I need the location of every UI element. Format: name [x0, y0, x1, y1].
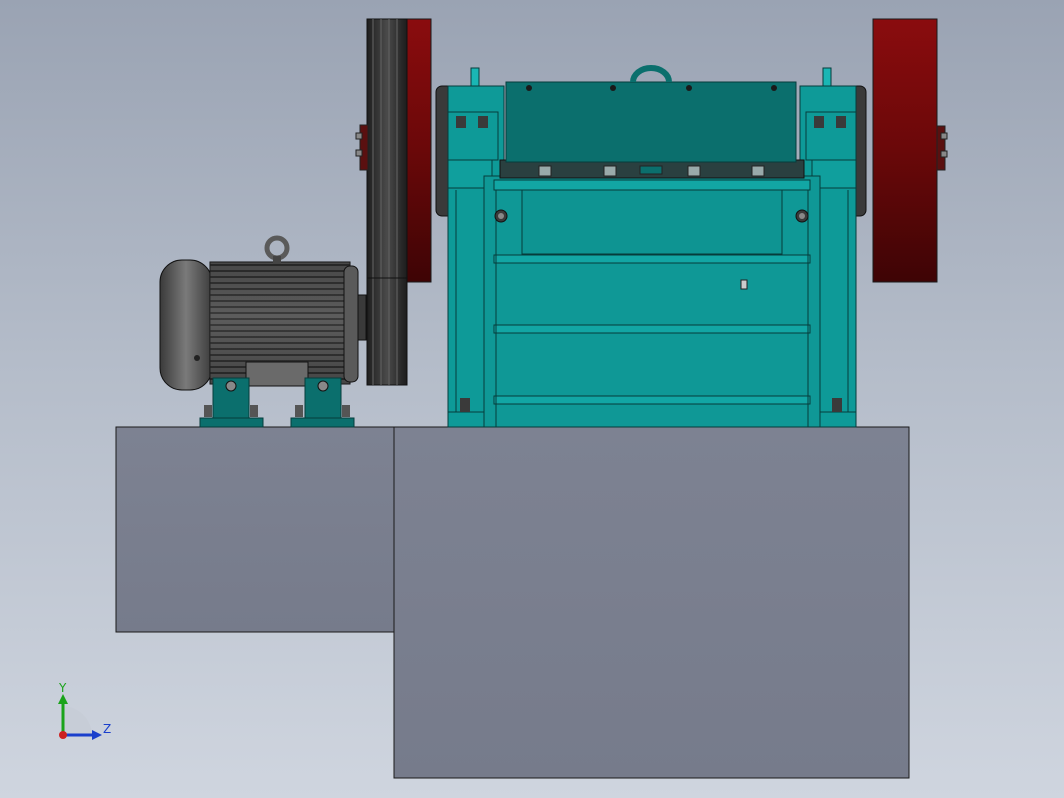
- view-orientation-triad: Y Z: [58, 681, 111, 740]
- graphics-viewport[interactable]: Y Z: [0, 0, 1064, 798]
- electric-motor[interactable]: [159, 235, 367, 428]
- left-flywheel[interactable]: [355, 18, 432, 386]
- triad-z-label: Z: [103, 722, 111, 736]
- right-flywheel[interactable]: [872, 18, 948, 283]
- jaw-crusher-body[interactable]: [435, 65, 867, 428]
- triad-origin: [59, 731, 67, 739]
- triad-y-label: Y: [58, 681, 67, 695]
- foundation-block-motor[interactable]: [115, 426, 395, 633]
- foundation-block-crusher[interactable]: [393, 426, 910, 779]
